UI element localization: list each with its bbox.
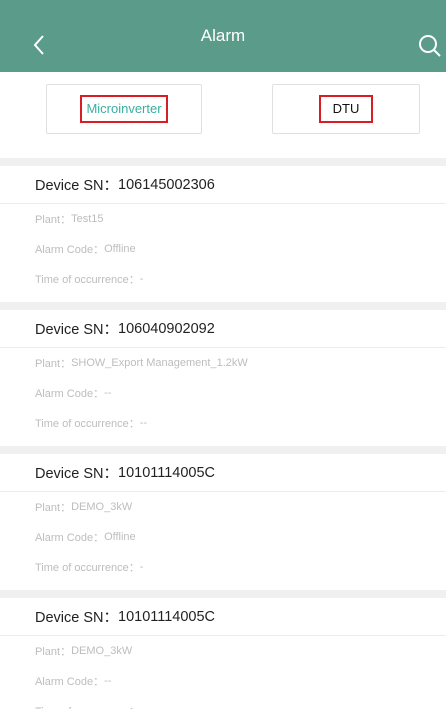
alarm-list: Device SN： 106145002306 Plant： Test15 Al… bbox=[0, 166, 446, 709]
tab-microinverter-label: Microinverter bbox=[80, 95, 168, 123]
alarm-card[interactable]: Device SN： 10101114005C Plant： DEMO_3kW … bbox=[0, 598, 446, 709]
alarm-code-value: -- bbox=[104, 387, 112, 399]
alarm-code-label: Alarm Code： bbox=[35, 532, 105, 544]
plant-row: Plant： DEMO_3kW bbox=[0, 492, 446, 522]
plant-value: Test15 bbox=[71, 213, 104, 225]
plant-row: Plant： DEMO_3kW bbox=[0, 636, 446, 666]
time-label: Time of occurrence： bbox=[35, 418, 140, 430]
alarm-code-value: Offline bbox=[104, 531, 136, 543]
time-row: Time of occurrence： -- bbox=[0, 408, 446, 438]
plant-value: SHOW_Export Management_1.2kW bbox=[71, 357, 248, 369]
alarm-code-label: Alarm Code： bbox=[35, 244, 105, 256]
alarm-code-value: -- bbox=[104, 675, 112, 687]
alarm-code-row: Alarm Code： Offline bbox=[0, 522, 446, 552]
device-sn-label: Device SN： bbox=[35, 466, 118, 482]
time-row: Time of occurrence： - bbox=[0, 552, 446, 582]
plant-value: DEMO_3kW bbox=[71, 645, 133, 657]
time-value: - bbox=[139, 561, 144, 573]
time-label: Time of occurrence： bbox=[35, 274, 140, 286]
plant-row: Plant： Test15 bbox=[0, 204, 446, 234]
device-sn-label: Device SN： bbox=[35, 178, 118, 194]
alarm-code-row: Alarm Code： -- bbox=[0, 378, 446, 408]
tab-dtu[interactable]: DTU bbox=[272, 84, 420, 134]
alarm-card[interactable]: Device SN： 10101114005C Plant： DEMO_3kW … bbox=[0, 454, 446, 590]
app-header: Alarm bbox=[0, 0, 446, 72]
plant-label: Plant： bbox=[35, 646, 72, 658]
back-button[interactable] bbox=[32, 34, 52, 58]
device-sn-row: Device SN： 10101114005C bbox=[0, 598, 446, 636]
device-sn-value: 10101114005C bbox=[118, 464, 216, 481]
device-sn-value: 106145002306 bbox=[118, 176, 215, 193]
plant-row: Plant： SHOW_Export Management_1.2kW bbox=[0, 348, 446, 378]
device-sn-label: Device SN： bbox=[35, 322, 118, 338]
alarm-code-row: Alarm Code： Offline bbox=[0, 234, 446, 264]
device-sn-value: 106040902092 bbox=[118, 320, 215, 337]
device-sn-row: Device SN： 106040902092 bbox=[0, 310, 446, 348]
time-row: Time of occurrence： - bbox=[0, 264, 446, 294]
alarm-card[interactable]: Device SN： 106040902092 Plant： SHOW_Expo… bbox=[0, 310, 446, 446]
time-label: Time of occurrence： bbox=[35, 562, 140, 574]
time-value: -- bbox=[139, 417, 148, 429]
device-sn-row: Device SN： 10101114005C bbox=[0, 454, 446, 492]
page-title: Alarm bbox=[200, 26, 246, 45]
alarm-code-label: Alarm Code： bbox=[35, 388, 105, 400]
tab-dtu-label: DTU bbox=[318, 95, 374, 123]
tab-microinverter[interactable]: Microinverter bbox=[46, 84, 202, 134]
device-sn-row: Device SN： 106145002306 bbox=[0, 166, 446, 204]
alarm-code-row: Alarm Code： -- bbox=[0, 666, 446, 696]
device-sn-label: Device SN： bbox=[35, 610, 118, 626]
search-icon bbox=[419, 35, 441, 57]
alarm-card[interactable]: Device SN： 106145002306 Plant： Test15 Al… bbox=[0, 166, 446, 302]
plant-label: Plant： bbox=[35, 358, 72, 370]
time-value: -- bbox=[140, 705, 147, 709]
search-button[interactable] bbox=[418, 34, 444, 60]
time-label: Time of occurrence： bbox=[35, 703, 140, 709]
plant-label: Plant： bbox=[35, 502, 72, 514]
plant-value: DEMO_3kW bbox=[71, 501, 133, 513]
time-value: - bbox=[139, 273, 144, 285]
device-sn-value: 10101114005C bbox=[118, 608, 216, 625]
plant-label: Plant： bbox=[35, 214, 72, 226]
chevron-left-icon bbox=[33, 35, 44, 55]
time-row: Time of occurrence： -- bbox=[0, 696, 446, 709]
device-type-tabs: Microinverter DTU bbox=[0, 72, 446, 158]
alarm-code-label: Alarm Code： bbox=[35, 676, 105, 688]
alarm-code-value: Offline bbox=[104, 243, 136, 255]
